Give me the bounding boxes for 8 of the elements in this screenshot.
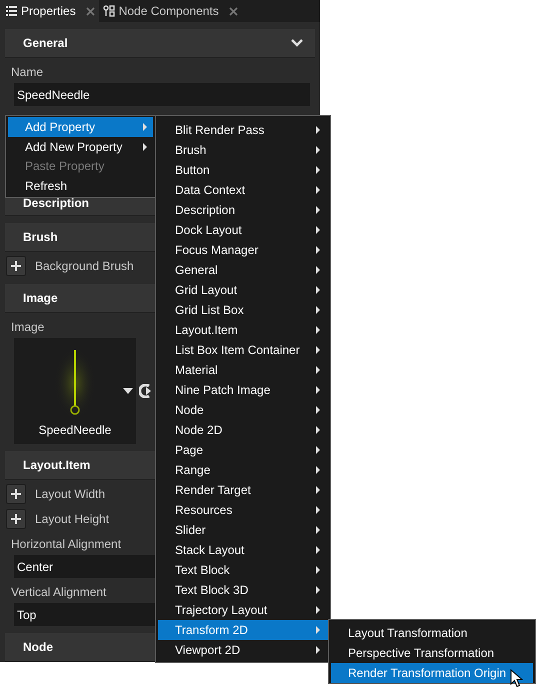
field-label: Vertical Alignment	[11, 585, 106, 599]
field-label: Name	[11, 65, 44, 79]
field-label: Horizontal Alignment	[11, 537, 122, 551]
property-label: Layout Width	[35, 486, 106, 503]
property-label: Background Brush	[35, 258, 134, 275]
field-label: Image	[11, 320, 44, 334]
property-label: Layout Height	[35, 511, 110, 528]
image-caption: SpeedNeedle	[38, 422, 112, 439]
